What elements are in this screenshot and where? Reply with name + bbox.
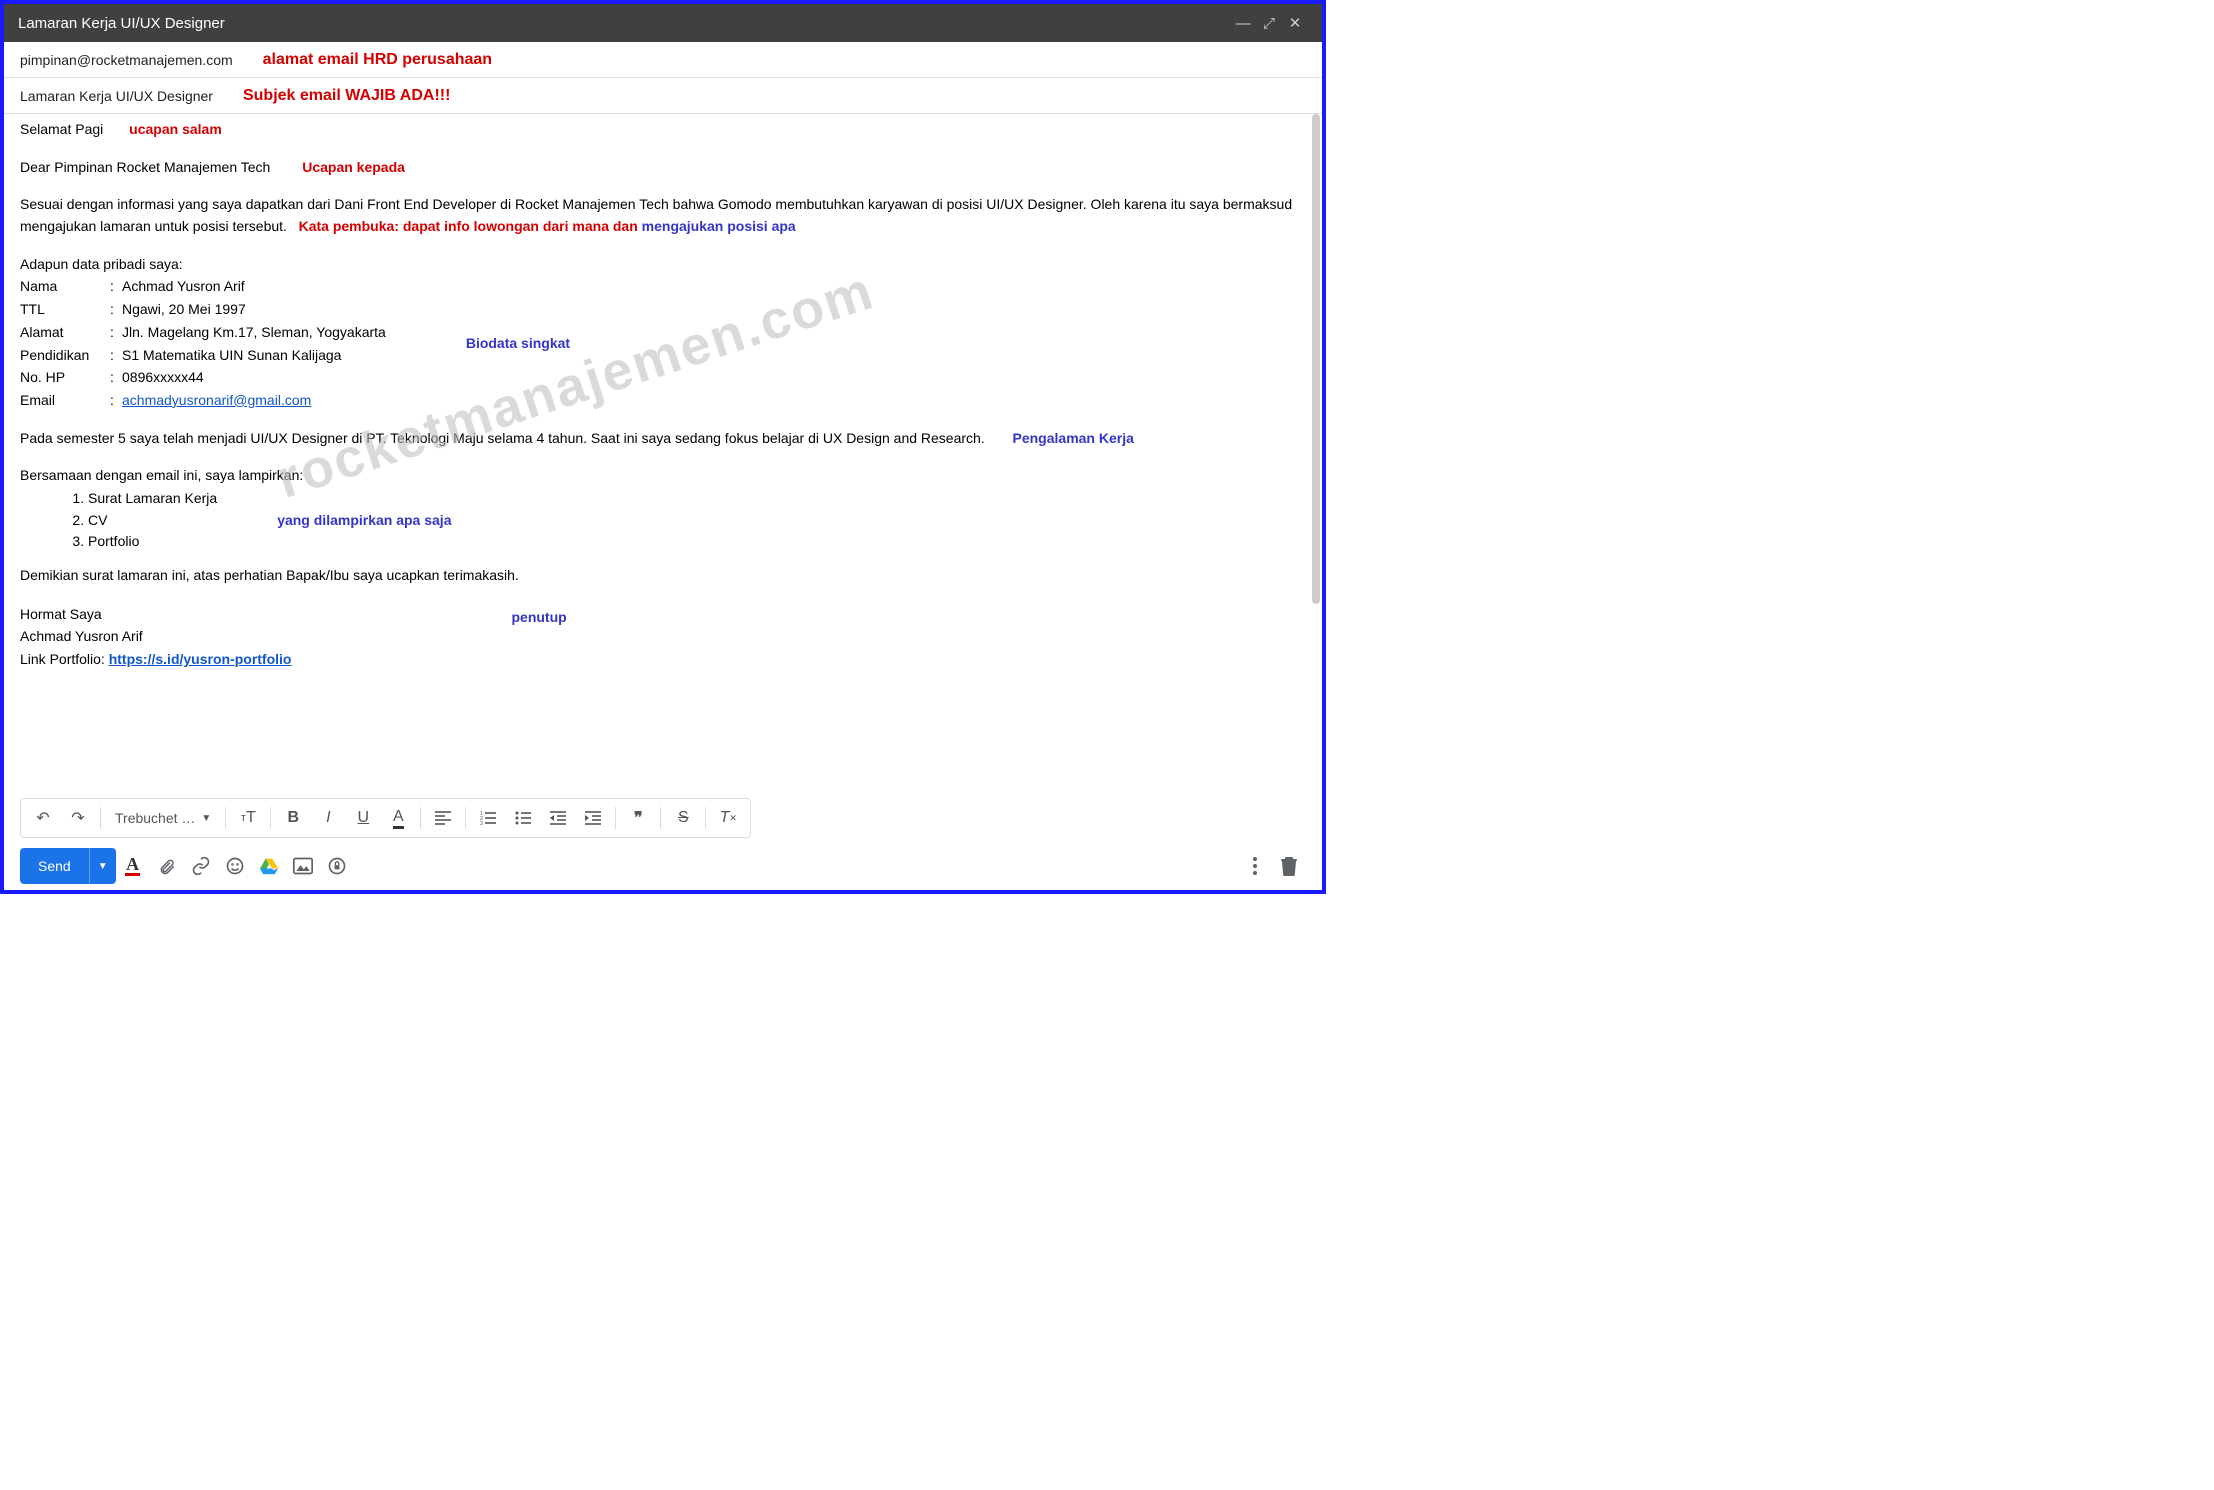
text-format-icon[interactable]: A [116, 849, 150, 883]
quote-icon[interactable]: ❞ [622, 802, 654, 834]
remove-formatting-icon[interactable]: T✕ [712, 802, 744, 834]
annotation-salutation: Ucapan kepada [302, 157, 405, 179]
portfolio-label: Link Portfolio: [20, 651, 109, 667]
bio-email-link[interactable]: achmadyusronarif@gmail.com [122, 392, 311, 408]
salutation-text: Dear Pimpinan Rocket Manajemen Tech [20, 159, 270, 175]
font-selector[interactable]: Trebuchet … ▼ [107, 810, 219, 826]
signoff-2: Achmad Yusron Arif [20, 626, 291, 648]
send-dropdown-icon[interactable]: ▼ [89, 848, 116, 884]
confidential-mode-icon[interactable] [320, 849, 354, 883]
intro-paragraph: Sesuai dengan informasi yang saya dapatk… [20, 194, 1306, 237]
recipient-row[interactable]: pimpinan@rocketmanajemen.com alamat emai… [4, 42, 1322, 78]
align-icon[interactable] [427, 802, 459, 834]
window-title: Lamaran Kerja UI/UX Designer [18, 15, 1230, 32]
redo-icon[interactable]: ↷ [62, 802, 94, 834]
scrollbar[interactable] [1312, 114, 1320, 604]
annotation-intro-blue: mengajukan posisi apa [642, 218, 796, 234]
insert-link-icon[interactable] [184, 849, 218, 883]
formatting-toolbar: ↶ ↷ Trebuchet … ▼ тT B I U A 123 ❞ S [20, 798, 751, 838]
annotation-greeting: ucapan salam [129, 119, 222, 141]
discard-draft-icon[interactable] [1272, 849, 1306, 883]
close-icon[interactable]: ✕ [1282, 14, 1308, 32]
indent-less-icon[interactable] [542, 802, 574, 834]
subject-text[interactable]: Lamaran Kerja UI/UX Designer [20, 88, 213, 104]
attach-intro: Bersamaan dengan email ini, saya lampirk… [20, 465, 1306, 487]
list-item: Portfolio [88, 531, 217, 553]
signoff-1: Hormat Saya [20, 604, 291, 626]
minimize-icon[interactable]: — [1230, 15, 1256, 32]
annotation-closing: penutup [511, 607, 566, 672]
biodata-table: Nama:Achmad Yusron Arif TTL:Ngawi, 20 Me… [20, 276, 386, 411]
portfolio-link[interactable]: https://s.id/yusron-portfolio [109, 651, 292, 667]
attach-file-icon[interactable] [150, 849, 184, 883]
svg-text:3: 3 [480, 821, 483, 825]
send-button[interactable]: Send ▼ [20, 848, 116, 884]
annotation-attachments: yang dilampirkan apa saja [277, 510, 451, 532]
indent-more-icon[interactable] [577, 802, 609, 834]
bold-icon[interactable]: B [277, 802, 309, 834]
annotation-recipient: alamat email HRD perusahaan [263, 51, 492, 69]
greeting-text: Selamat Pagi [20, 121, 103, 137]
annotation-biodata: Biodata singkat [466, 333, 570, 355]
biodata-title: Adapun data pribadi saya: [20, 254, 1306, 276]
more-options-icon[interactable] [1238, 849, 1272, 883]
undo-icon[interactable]: ↶ [27, 802, 59, 834]
bulleted-list-icon[interactable] [507, 802, 539, 834]
annotation-intro-red: Kata pembuka: dapat info lowongan dari m… [299, 218, 642, 234]
italic-icon[interactable]: I [312, 802, 344, 834]
list-item: Surat Lamaran Kerja [88, 488, 217, 510]
strikethrough-icon[interactable]: S [667, 802, 699, 834]
expand-icon[interactable]: ⤢ [1256, 15, 1282, 32]
compose-body[interactable]: rocketmanajemen.com Selamat Pagi ucapan … [4, 114, 1322, 744]
annotation-experience: Pengalaman Kerja [1013, 428, 1134, 450]
experience-text: Pada semester 5 saya telah menjadi UI/UX… [20, 430, 985, 446]
underline-icon[interactable]: U [347, 802, 379, 834]
list-item: CV [88, 510, 217, 532]
font-size-icon[interactable]: тT [232, 802, 264, 834]
recipient-email[interactable]: pimpinan@rocketmanajemen.com [20, 52, 233, 68]
insert-drive-icon[interactable] [252, 849, 286, 883]
closing-text: Demikian surat lamaran ini, atas perhati… [20, 565, 1306, 587]
annotation-subject: Subjek email WAJIB ADA!!! [243, 87, 450, 105]
compose-footer: Send ▼ A [4, 842, 1322, 890]
text-color-icon[interactable]: A [382, 802, 414, 834]
attachment-list: Surat Lamaran Kerja CV Portfolio [80, 488, 217, 553]
subject-row[interactable]: Lamaran Kerja UI/UX Designer Subjek emai… [4, 78, 1322, 114]
insert-emoji-icon[interactable] [218, 849, 252, 883]
compose-titlebar: Lamaran Kerja UI/UX Designer — ⤢ ✕ [4, 4, 1322, 42]
numbered-list-icon[interactable]: 123 [472, 802, 504, 834]
insert-photo-icon[interactable] [286, 849, 320, 883]
